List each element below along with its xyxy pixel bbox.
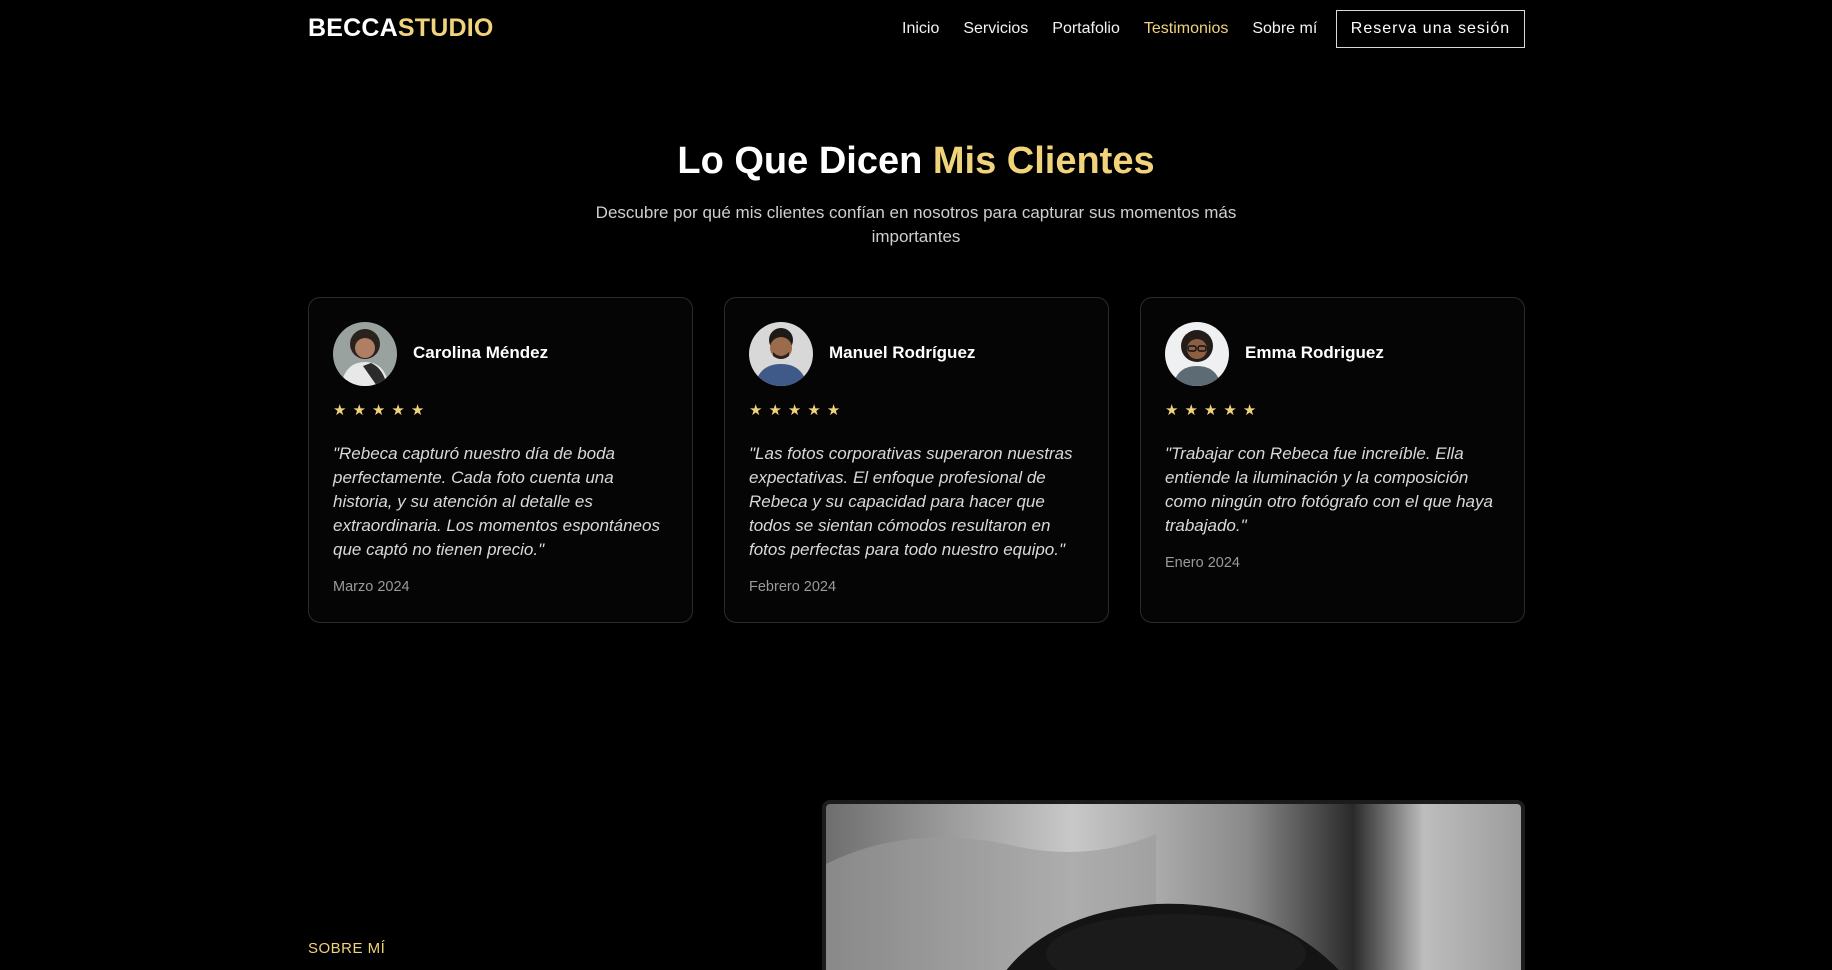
site-header: BECCASTUDIO Inicio Servicios Portafolio … xyxy=(0,0,1832,58)
star-icon: ★ xyxy=(1223,402,1237,419)
testimonials-title-highlight: Mis Clientes xyxy=(932,140,1155,182)
testimonial-date: Enero 2024 xyxy=(1165,555,1240,571)
brand-part1: BECCA xyxy=(308,14,398,42)
star-icon: ★ xyxy=(826,402,841,419)
avatar xyxy=(333,322,397,386)
star-icon: ★ xyxy=(1165,402,1179,419)
nav-item-testimonios[interactable]: Testimonios xyxy=(1144,20,1228,38)
nav-item-servicios[interactable]: Servicios xyxy=(963,20,1028,38)
brand-logo[interactable]: BECCASTUDIO xyxy=(308,14,494,43)
client-name: Manuel Rodríguez xyxy=(829,343,976,362)
main-nav: Inicio Servicios Portafolio Testimonios … xyxy=(902,20,1341,38)
testimonial-card: Carolina Méndez ★ ★ ★ ★ ★ "Rebeca captur… xyxy=(308,297,693,623)
star-icon: ★ xyxy=(410,402,425,419)
about-photo xyxy=(822,800,1525,970)
testimonial-card: Manuel Rodríguez ★ ★ ★ ★ ★ "Las fotos co… xyxy=(724,297,1109,623)
star-icon: ★ xyxy=(807,402,821,419)
star-icon: ★ xyxy=(1203,402,1218,419)
star-rating: ★ ★ ★ ★ ★ xyxy=(749,402,840,420)
testimonial-date: Marzo 2024 xyxy=(333,579,410,595)
star-icon: ★ xyxy=(768,402,782,419)
testimonial-quote: "Trabajar con Rebeca fue increíble. Ella… xyxy=(1165,444,1493,535)
star-icon: ★ xyxy=(1242,402,1257,419)
star-icon: ★ xyxy=(352,402,366,419)
nav-item-portafolio[interactable]: Portafolio xyxy=(1052,20,1120,38)
star-icon: ★ xyxy=(371,402,386,419)
star-rating: ★ ★ ★ ★ ★ xyxy=(333,402,424,420)
brand-part2: STUDIO xyxy=(397,14,494,42)
star-icon: ★ xyxy=(787,402,802,419)
nav-item-sobre-mi[interactable]: Sobre mí xyxy=(1252,20,1317,38)
avatar xyxy=(1165,322,1229,386)
star-icon: ★ xyxy=(391,402,405,419)
client-name: Carolina Méndez xyxy=(413,343,549,362)
client-name: Emma Rodriguez xyxy=(1245,343,1384,362)
testimonials-subtitle: Descubre por qué mis clientes confían en… xyxy=(595,203,1237,246)
book-session-button[interactable]: Reserva una sesión xyxy=(1336,10,1525,48)
avatar xyxy=(749,322,813,386)
about-section-label: SOBRE MÍ xyxy=(308,940,386,957)
testimonials-title: Lo Que Dicen Mis Clientes xyxy=(0,140,1832,183)
testimonial-quote: "Las fotos corporativas superaron nuestr… xyxy=(749,444,1073,559)
nav-item-inicio[interactable]: Inicio xyxy=(902,20,939,38)
testimonial-quote: "Rebeca capturó nuestro día de boda perf… xyxy=(333,444,660,559)
testimonial-card: Emma Rodriguez ★ ★ ★ ★ ★ "Trabajar con R… xyxy=(1140,297,1525,623)
testimonials-title-part1: Lo Que Dicen xyxy=(677,140,933,182)
star-icon: ★ xyxy=(749,402,763,419)
star-icon: ★ xyxy=(333,402,347,419)
testimonial-date: Febrero 2024 xyxy=(749,579,837,595)
star-icon: ★ xyxy=(1184,402,1198,419)
star-rating: ★ ★ ★ ★ ★ xyxy=(1165,402,1256,420)
